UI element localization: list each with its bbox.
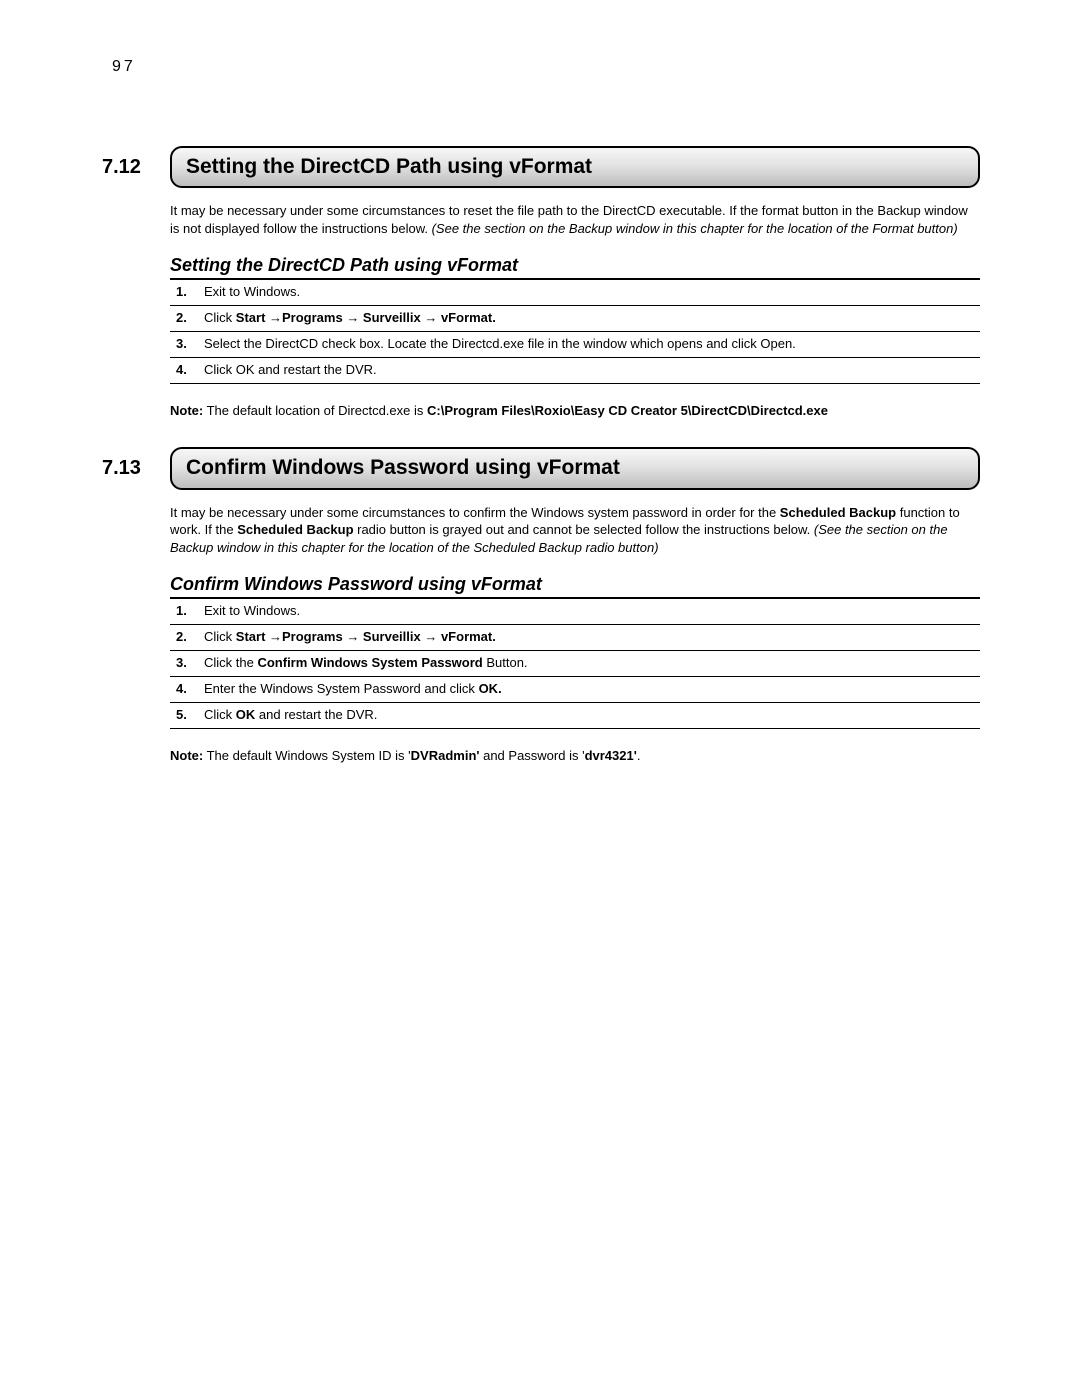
step-row: 4. Click OK and restart the DVR. bbox=[170, 357, 980, 383]
step-number: 4. bbox=[170, 676, 198, 702]
step-row: 1. Exit to Windows. bbox=[170, 599, 980, 624]
step-number: 3. bbox=[170, 651, 198, 677]
step-number: 1. bbox=[170, 599, 198, 624]
step-text: Click Start →Programs → Surveillix → vFo… bbox=[198, 306, 980, 332]
intro-text: radio button is grayed out and cannot be… bbox=[354, 522, 814, 537]
step-text-plain: Click bbox=[204, 707, 236, 722]
intro-paragraph: It may be necessary under some circumsta… bbox=[170, 504, 980, 557]
step-row: 4. Enter the Windows System Password and… bbox=[170, 676, 980, 702]
note-text: and Password is ' bbox=[479, 748, 584, 763]
note-paragraph: Note: The default location of Directcd.e… bbox=[170, 402, 980, 420]
step-text-bold: Confirm Windows System Password bbox=[257, 655, 482, 670]
step-row: 2. Click Start →Programs → Surveillix → … bbox=[170, 625, 980, 651]
step-number: 3. bbox=[170, 332, 198, 358]
note-text: . bbox=[637, 748, 641, 763]
intro-italic: (See the section on the Backup window in… bbox=[432, 221, 958, 236]
step-row: 5. Click OK and restart the DVR. bbox=[170, 702, 980, 728]
step-text-bold: Start →Programs → Surveillix → vFormat. bbox=[236, 629, 496, 644]
steps-table: 1. Exit to Windows. 2. Click Start →Prog… bbox=[170, 280, 980, 384]
section-number: 7.13 bbox=[100, 447, 170, 489]
step-row: 3. Select the DirectCD check box. Locate… bbox=[170, 332, 980, 358]
step-text: Enter the Windows System Password and cl… bbox=[198, 676, 980, 702]
step-text-bold: OK bbox=[236, 707, 256, 722]
step-text-plain: Click bbox=[204, 629, 236, 644]
step-text: Click OK and restart the DVR. bbox=[198, 702, 980, 728]
section-body-7-12: It may be necessary under some circumsta… bbox=[170, 202, 980, 419]
note-bold: dvr4321' bbox=[585, 748, 637, 763]
subsection-heading: Confirm Windows Password using vFormat bbox=[170, 574, 980, 599]
section-number: 7.12 bbox=[100, 146, 170, 188]
step-text-plain: and restart the DVR. bbox=[255, 707, 377, 722]
step-text: Select the DirectCD check box. Locate th… bbox=[198, 332, 980, 358]
step-row: 2. Click Start →Programs → Surveillix → … bbox=[170, 306, 980, 332]
step-text-plain: Enter the Windows System Password and cl… bbox=[204, 681, 479, 696]
section-heading-7-13: 7.13 Confirm Windows Password using vFor… bbox=[100, 447, 980, 489]
step-text-bold: OK. bbox=[479, 681, 502, 696]
step-text: Exit to Windows. bbox=[198, 599, 980, 624]
step-text-bold: Start →Programs → Surveillix → vFormat. bbox=[236, 310, 496, 325]
intro-text: It may be necessary under some circumsta… bbox=[170, 505, 780, 520]
section-body-7-13: It may be necessary under some circumsta… bbox=[170, 504, 980, 765]
note-paragraph: Note: The default Windows System ID is '… bbox=[170, 747, 980, 765]
steps-table: 1. Exit to Windows. 2. Click Start →Prog… bbox=[170, 599, 980, 728]
step-text: Exit to Windows. bbox=[198, 280, 980, 305]
note-text: The default Windows System ID is ' bbox=[203, 748, 410, 763]
note-text: The default location of Directcd.exe is bbox=[203, 403, 427, 418]
document-page: 97 7.12 Setting the DirectCD Path using … bbox=[0, 0, 1080, 1397]
step-row: 3. Click the Confirm Windows System Pass… bbox=[170, 651, 980, 677]
step-text: Click Start →Programs → Surveillix → vFo… bbox=[198, 625, 980, 651]
section-title-box: Setting the DirectCD Path using vFormat bbox=[170, 146, 980, 188]
section-title-box: Confirm Windows Password using vFormat bbox=[170, 447, 980, 489]
note-path: C:\Program Files\Roxio\Easy CD Creator 5… bbox=[427, 403, 828, 418]
step-number: 4. bbox=[170, 357, 198, 383]
step-number: 2. bbox=[170, 306, 198, 332]
step-text: Click OK and restart the DVR. bbox=[198, 357, 980, 383]
intro-bold: Scheduled Backup bbox=[780, 505, 896, 520]
subsection-heading: Setting the DirectCD Path using vFormat bbox=[170, 255, 980, 280]
step-text-plain: Click bbox=[204, 310, 236, 325]
step-text-plain: Button. bbox=[483, 655, 528, 670]
step-text-plain: Click the bbox=[204, 655, 257, 670]
step-number: 1. bbox=[170, 280, 198, 305]
page-number: 97 bbox=[112, 58, 980, 76]
intro-bold: Scheduled Backup bbox=[237, 522, 353, 537]
section-title: Setting the DirectCD Path using vFormat bbox=[172, 148, 978, 186]
step-row: 1. Exit to Windows. bbox=[170, 280, 980, 305]
note-label: Note: bbox=[170, 748, 203, 763]
intro-paragraph: It may be necessary under some circumsta… bbox=[170, 202, 980, 237]
section-heading-7-12: 7.12 Setting the DirectCD Path using vFo… bbox=[100, 146, 980, 188]
note-bold: DVRadmin' bbox=[411, 748, 480, 763]
step-number: 2. bbox=[170, 625, 198, 651]
step-text: Click the Confirm Windows System Passwor… bbox=[198, 651, 980, 677]
step-number: 5. bbox=[170, 702, 198, 728]
note-label: Note: bbox=[170, 403, 203, 418]
section-title: Confirm Windows Password using vFormat bbox=[172, 449, 978, 487]
